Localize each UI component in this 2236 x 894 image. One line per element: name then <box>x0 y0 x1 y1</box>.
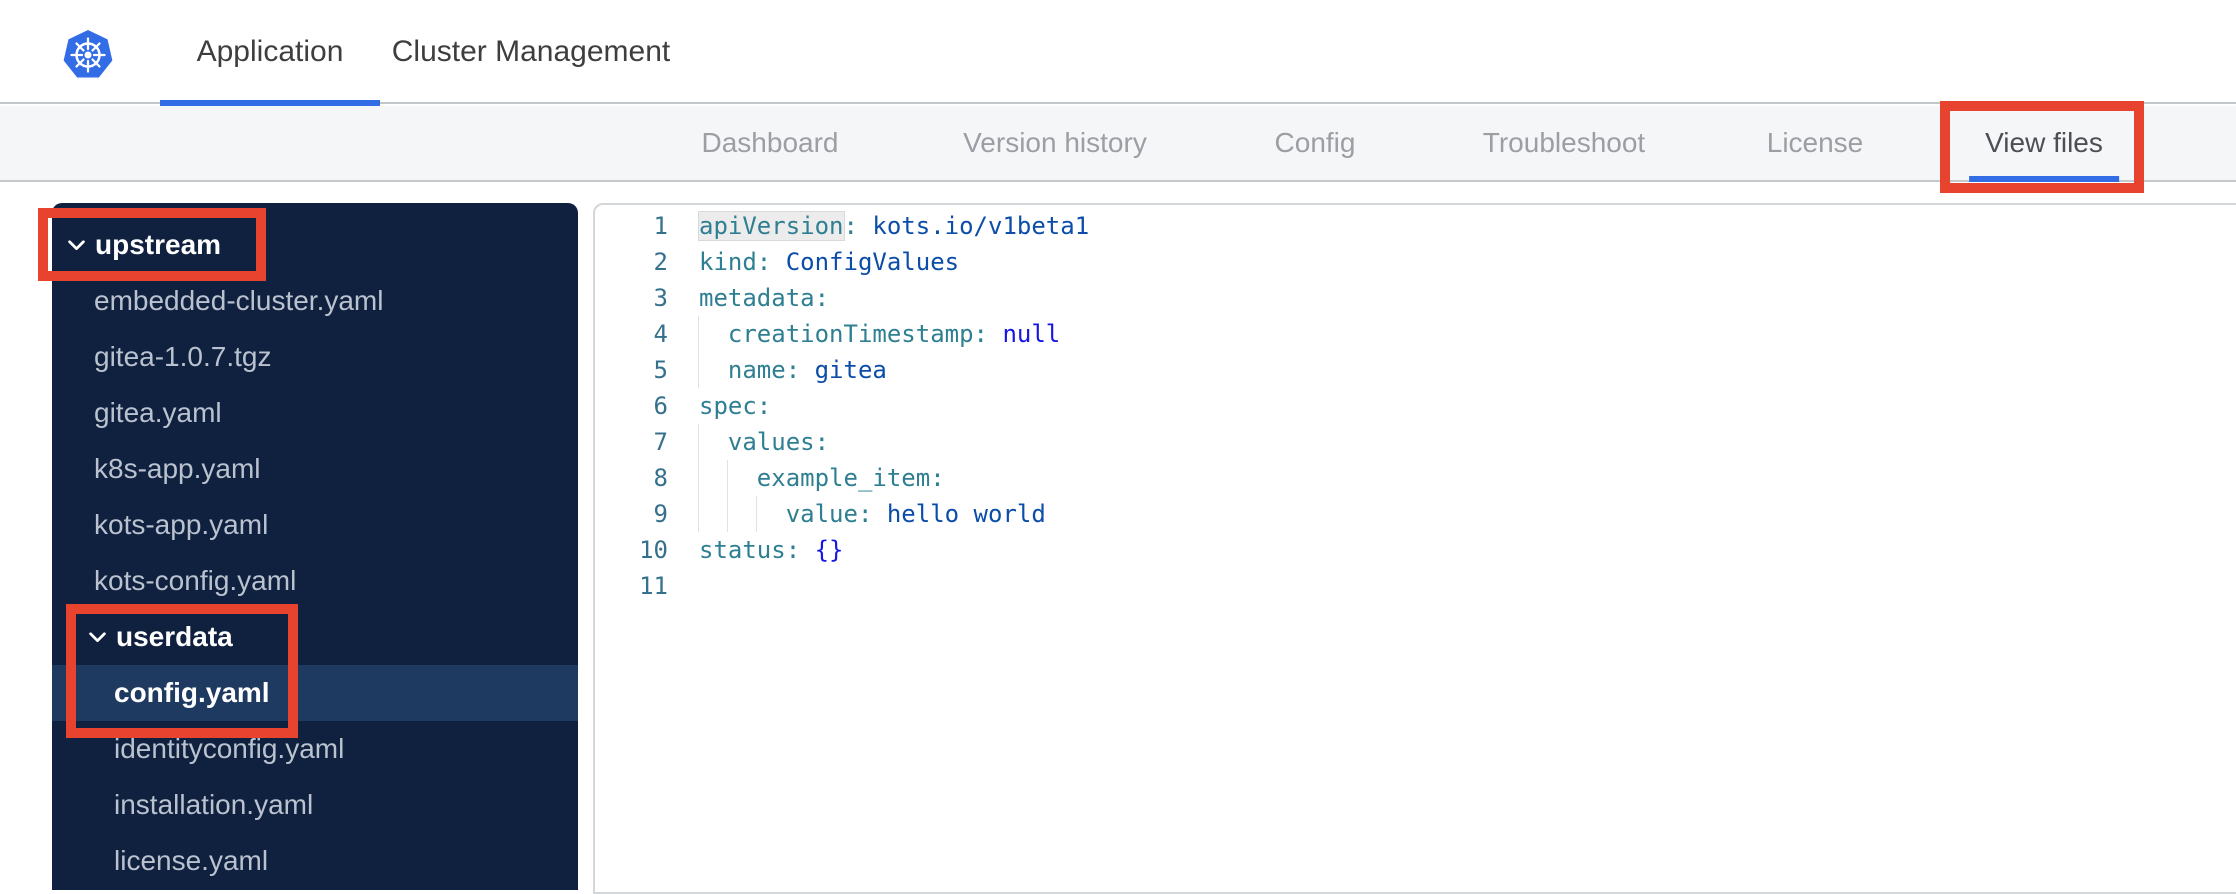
tree-label: kots-config.yaml <box>94 565 297 596</box>
kubernetes-logo-icon <box>63 30 113 78</box>
line-number: 5 <box>653 356 668 384</box>
yaml-file-viewer[interactable]: 1 apiVersion: kots.io/v1beta1 2 kind: Confi… <box>593 203 2236 894</box>
code-line-9: 9 value: hello world <box>595 496 2236 532</box>
tree-file-config.yaml[interactable]: config.yaml <box>52 665 578 721</box>
tree-label: k8s-app.yaml <box>94 453 261 484</box>
code-text: apiVersion: kots.io/v1beta1 <box>699 212 1090 240</box>
tree-file-installation.yaml[interactable]: installation.yaml <box>52 777 578 833</box>
tree-folder-upstream[interactable]: upstream <box>52 217 578 273</box>
code-line-4: 4 creationTimestamp: null <box>595 316 2236 352</box>
code-text: value: hello world <box>785 500 1046 528</box>
top-bar: Application Cluster Management <box>0 0 2236 106</box>
tree-folder-userdata[interactable]: userdata <box>52 609 578 665</box>
line-number: 4 <box>653 320 668 348</box>
indent-guide <box>726 460 728 496</box>
code-text: example_item: <box>756 464 945 492</box>
subnav-item-troubleshoot[interactable]: Troubleshoot <box>1483 106 1645 182</box>
tree-file-k8s-app.yaml[interactable]: k8s-app.yaml <box>52 441 578 497</box>
line-number: 6 <box>653 392 668 420</box>
code-text: spec: <box>699 392 772 420</box>
tree-label: kots-app.yaml <box>94 509 269 540</box>
indent-guide <box>698 460 699 496</box>
indent-guide <box>726 496 728 532</box>
file-tree-sidebar: upstream embedded-cluster.yaml gitea-1.0.7… <box>52 203 578 890</box>
indent-guide <box>698 352 699 388</box>
top-tab-cluster-management[interactable]: Cluster Management <box>380 0 682 104</box>
code-text: creationTimestamp: null <box>727 320 1061 348</box>
tree-file-kots-app.yaml[interactable]: kots-app.yaml <box>52 497 578 553</box>
code-text: values: <box>727 428 830 456</box>
code-line-2: 2 kind: ConfigValues <box>595 244 2236 280</box>
indent-guide <box>755 496 757 532</box>
line-number: 1 <box>653 212 668 240</box>
tree-file-license.yaml[interactable]: license.yaml <box>52 833 578 889</box>
tree-file-embedded-cluster.yaml[interactable]: embedded-cluster.yaml <box>52 273 578 329</box>
tree-file-gitea.yaml[interactable]: gitea.yaml <box>52 385 578 441</box>
tree-file-gitea-1.0.7.tgz[interactable]: gitea-1.0.7.tgz <box>52 329 578 385</box>
line-number: 2 <box>653 248 668 276</box>
code-line-5: 5 name: gitea <box>595 352 2236 388</box>
line-number: 11 <box>639 572 668 600</box>
code-text: metadata: <box>699 284 830 312</box>
tree-file-kots-config.yaml[interactable]: kots-config.yaml <box>52 553 578 609</box>
tree-label: userdata <box>116 621 233 652</box>
subnav-item-dashboard[interactable]: Dashboard <box>702 106 839 182</box>
code-text: name: gitea <box>727 356 887 384</box>
subnav-item-license[interactable]: License <box>1767 106 1864 182</box>
topbar-tabs: Application Cluster Management <box>160 0 682 106</box>
tree-label: gitea.yaml <box>94 397 222 428</box>
chevron-down-icon <box>68 239 85 250</box>
code-line-10: 10 status: {} <box>595 532 2236 568</box>
code-line-3: 3 metadata: <box>595 280 2236 316</box>
line-number: 9 <box>653 500 668 528</box>
code-text: status: {} <box>699 536 844 564</box>
line-number: 8 <box>653 464 668 492</box>
code-line-7: 7 values: <box>595 424 2236 460</box>
chevron-down-icon <box>89 631 106 642</box>
tree-file-identityconfig.yaml[interactable]: identityconfig.yaml <box>52 721 578 777</box>
code-text: kind: ConfigValues <box>699 248 960 276</box>
tree-label: identityconfig.yaml <box>114 733 345 764</box>
code-line-6: 6 spec: <box>595 388 2236 424</box>
tree-label: upstream <box>95 229 222 260</box>
tree-label: license.yaml <box>114 845 269 876</box>
tree-label: embedded-cluster.yaml <box>94 285 384 316</box>
tree-label: config.yaml <box>114 677 270 708</box>
subnav-item-config[interactable]: Config <box>1275 106 1356 182</box>
indent-guide <box>698 424 699 460</box>
subnav-item-view-files[interactable]: View files <box>1969 106 2119 182</box>
indent-guide <box>698 316 699 352</box>
top-tab-application[interactable]: Application <box>160 0 380 106</box>
line-number: 7 <box>653 428 668 456</box>
subnav-item-version-history[interactable]: Version history <box>963 106 1147 182</box>
line-number: 10 <box>639 536 668 564</box>
code-line-1: 1 apiVersion: kots.io/v1beta1 <box>595 208 2236 244</box>
tree-label: gitea-1.0.7.tgz <box>94 341 272 372</box>
indent-guide <box>698 496 699 532</box>
code-line-8: 8 example_item: <box>595 460 2236 496</box>
tree-label: installation.yaml <box>114 789 314 820</box>
app-subnav: Dashboard Version history Config Troublesho… <box>0 106 2236 182</box>
line-number: 3 <box>653 284 668 312</box>
code-line-11: 11 <box>595 568 2236 604</box>
